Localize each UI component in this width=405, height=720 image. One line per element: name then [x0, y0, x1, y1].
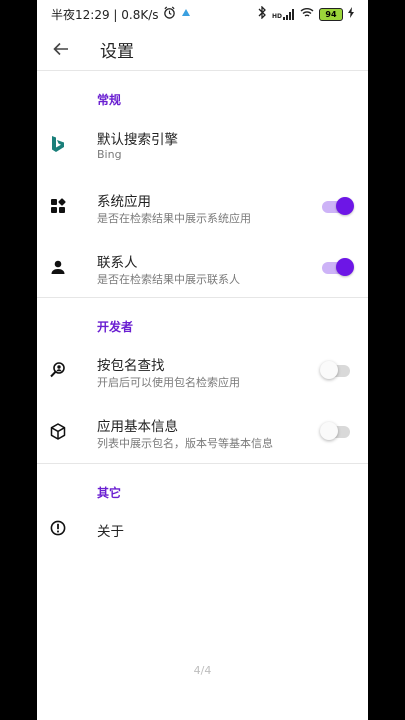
- back-button[interactable]: [51, 39, 71, 59]
- setting-default-search-engine[interactable]: 默认搜索引擎 Bing: [37, 118, 368, 170]
- page-indicator: 4/4: [193, 664, 212, 677]
- section-header-developer: 开发者: [97, 320, 134, 334]
- app-basic-info-toggle[interactable]: [320, 422, 352, 440]
- setting-subtitle: 是否在检索结果中展示联系人: [97, 273, 240, 286]
- notification-app-icon: [180, 7, 192, 22]
- toggle-thumb: [336, 197, 354, 215]
- arrow-back-icon: [53, 42, 68, 56]
- section-divider: [37, 463, 368, 464]
- settings-screen: 半夜12:29 | 0.8K/s HD 94 设置 常规 默认搜索引擎 Bing…: [37, 0, 368, 720]
- system-apps-toggle[interactable]: [322, 197, 354, 215]
- apps-grid-icon: [49, 197, 67, 215]
- bing-icon: [49, 135, 67, 153]
- setting-title: 应用基本信息: [97, 419, 178, 435]
- toggle-thumb: [320, 361, 338, 379]
- package-icon: [49, 422, 67, 440]
- setting-contacts[interactable]: 联系人 是否在检索结果中展示联系人: [37, 241, 368, 293]
- setting-subtitle: Bing: [97, 148, 122, 161]
- battery-indicator: 94: [319, 7, 343, 21]
- person-icon: [49, 258, 67, 276]
- setting-system-apps[interactable]: 系统应用 是否在检索结果中展示系统应用: [37, 180, 368, 232]
- setting-about[interactable]: 关于: [37, 508, 368, 550]
- section-divider: [37, 297, 368, 298]
- setting-subtitle: 开启后可以使用包名检索应用: [97, 376, 240, 389]
- search-by-package-toggle[interactable]: [320, 361, 352, 379]
- section-header-general: 常规: [97, 93, 122, 107]
- bluetooth-icon: [258, 5, 267, 22]
- setting-search-by-package[interactable]: 按包名查找 开启后可以使用包名检索应用: [37, 344, 368, 396]
- info-icon: [49, 519, 67, 537]
- page-title: 设置: [100, 41, 134, 62]
- signal-hd-label: HD: [271, 12, 282, 20]
- status-bar: 半夜12:29 | 0.8K/s HD 94: [37, 0, 368, 28]
- setting-title: 关于: [97, 524, 124, 540]
- charging-icon: [348, 7, 354, 21]
- section-header-other: 其它: [97, 486, 122, 500]
- status-time: 半夜12:29 | 0.8K/s: [51, 7, 159, 22]
- setting-title: 按包名查找: [97, 358, 165, 374]
- signal-icon: HD: [271, 8, 295, 20]
- setting-app-basic-info[interactable]: 应用基本信息 列表中展示包名，版本号等基本信息: [37, 405, 368, 457]
- toggle-thumb: [336, 258, 354, 276]
- person-search-icon: [49, 361, 67, 379]
- setting-title: 联系人: [97, 255, 138, 271]
- contacts-toggle[interactable]: [322, 258, 354, 276]
- setting-title: 默认搜索引擎: [97, 132, 178, 148]
- alarm-icon: [163, 6, 176, 22]
- toggle-thumb: [320, 422, 338, 440]
- app-bar: 设置: [37, 28, 368, 71]
- setting-subtitle: 是否在检索结果中展示系统应用: [97, 212, 251, 225]
- setting-title: 系统应用: [97, 194, 151, 210]
- wifi-icon: [300, 7, 314, 21]
- setting-subtitle: 列表中展示包名，版本号等基本信息: [97, 437, 273, 450]
